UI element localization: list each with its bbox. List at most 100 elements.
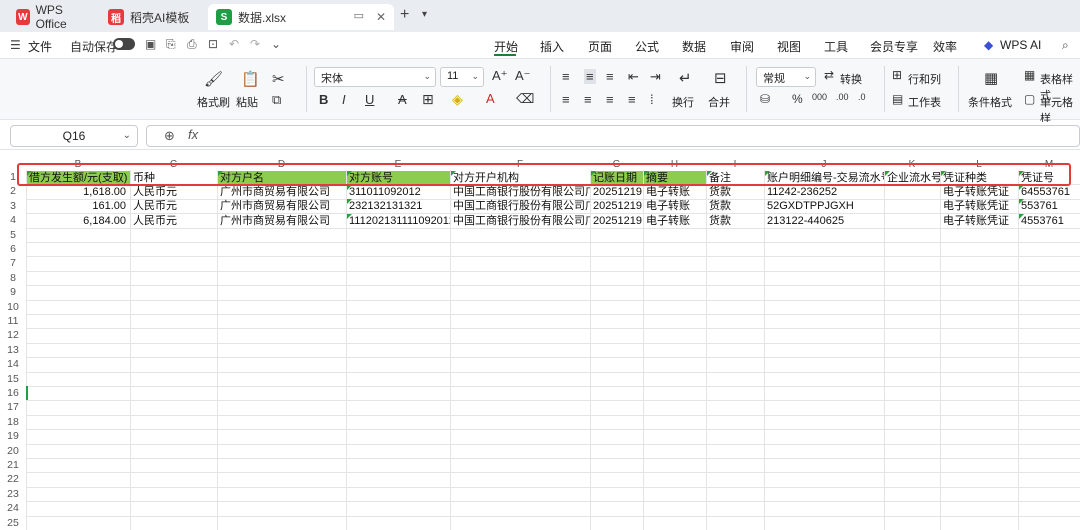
table-cell[interactable]: 20251219 (591, 199, 643, 213)
menu-file[interactable]: 文件 (28, 38, 52, 55)
row-header[interactable]: 7 (0, 256, 26, 270)
search-icon[interactable]: ⌕ (1062, 38, 1069, 53)
row-header[interactable]: 9 (0, 285, 26, 299)
row-header[interactable]: 20 (0, 444, 26, 458)
row-header[interactable]: 13 (0, 343, 26, 357)
undo-icon[interactable]: ↶ (229, 37, 239, 51)
paste-button[interactable]: 粘贴 (236, 94, 258, 110)
italic-icon[interactable]: I (342, 92, 346, 107)
table-cell[interactable]: 电子转账凭证 (941, 199, 1018, 213)
table-cell[interactable]: 311011092012 (347, 184, 450, 199)
row-header[interactable]: 16 (0, 386, 26, 400)
row-header[interactable]: 19 (0, 429, 26, 443)
table-cell[interactable]: 6,184.00 (27, 214, 130, 228)
align-center-icon[interactable]: ≡ (584, 92, 592, 107)
row-header[interactable]: 15 (0, 372, 26, 386)
table-cell[interactable]: 广州市商贸易有限公司 (218, 214, 346, 228)
align-left-icon[interactable]: ≡ (562, 92, 570, 107)
new-tab-icon[interactable]: + (400, 6, 409, 24)
redo-icon[interactable]: ↷ (250, 37, 260, 51)
table-cell[interactable]: 人民币元 (131, 214, 217, 228)
close-tab-icon[interactable]: ✕ (376, 10, 386, 24)
menu-item-start[interactable]: 开始 (494, 38, 518, 55)
row-header[interactable]: 18 (0, 415, 26, 429)
table-cell[interactable]: 中国工商银行股份有限公司广 (451, 214, 590, 228)
rows-columns-button[interactable]: 行和列 (908, 71, 941, 87)
row-header[interactable]: 11 (0, 314, 26, 328)
fx-icon[interactable]: fx (188, 127, 198, 142)
table-cell[interactable]: 213122-440625 (765, 214, 884, 228)
cell-style-icon[interactable]: ▢ (1024, 92, 1035, 106)
row-header[interactable]: 22 (0, 472, 26, 486)
strikethrough-icon[interactable]: A (398, 92, 407, 107)
align-bottom-icon[interactable]: ≡ (606, 69, 614, 84)
table-cell[interactable]: 货款 (707, 199, 764, 213)
formula-input[interactable] (146, 125, 1080, 147)
format-painter-button[interactable]: 格式刷 (197, 94, 230, 110)
font-name-select[interactable]: 宋体 ⌄ (314, 67, 436, 87)
table-cell[interactable]: 64553761 (1019, 184, 1080, 199)
table-cell[interactable]: 20251219 (591, 185, 643, 199)
border-icon[interactable]: ⊞ (422, 91, 434, 108)
font-color-icon[interactable]: A (486, 91, 495, 106)
table-cell[interactable]: 电子转账 (644, 185, 706, 199)
table-cell[interactable] (885, 185, 940, 199)
table-cell[interactable]: 货款 (707, 185, 764, 199)
row-header[interactable]: 5 (0, 228, 26, 242)
row-header[interactable]: 25 (0, 516, 26, 530)
menu-item-member[interactable]: 会员专享 (870, 38, 918, 55)
print-icon[interactable]: ⎙ (187, 37, 197, 52)
worksheet-icon[interactable]: ▤ (892, 92, 903, 106)
fill-color-icon[interactable]: ◈ (452, 91, 463, 108)
tab-wps-office[interactable]: W WPS Office (8, 3, 96, 31)
tab-daoke-templates[interactable]: 稻 稻壳AI模板 (100, 4, 200, 30)
table-cell[interactable]: 4553761 (1019, 213, 1080, 228)
export-icon[interactable]: ⎘ (166, 37, 176, 52)
table-cell[interactable]: 人民币元 (131, 199, 217, 213)
autosave-toggle[interactable] (113, 38, 135, 50)
conditional-format-button[interactable]: 条件格式 (968, 94, 1012, 110)
format-painter-icon[interactable]: 🖌 (204, 70, 223, 88)
conditional-format-icon[interactable]: ▦ (984, 69, 998, 87)
table-cell[interactable]: 货款 (707, 214, 764, 228)
merge-button[interactable]: 合并 (708, 94, 730, 110)
menu-item-efficiency[interactable]: 效率 (933, 38, 957, 55)
table-cell[interactable]: 中国工商银行股份有限公司广 (451, 199, 590, 213)
indent-increase-icon[interactable]: ⇥ (650, 69, 661, 85)
table-cell[interactable]: 电子转账凭证 (941, 214, 1018, 228)
menu-item-formula[interactable]: 公式 (635, 38, 659, 55)
table-cell[interactable]: 232132131321 (347, 199, 450, 213)
menu-item-insert[interactable]: 插入 (540, 38, 564, 55)
distributed-align-icon[interactable]: ⁞ (650, 92, 654, 107)
menu-item-review[interactable]: 审阅 (730, 38, 754, 55)
justify-icon[interactable]: ≡ (628, 92, 636, 107)
table-cell[interactable]: 20251219 (591, 214, 643, 228)
table-cell[interactable]: 1,618.00 (27, 185, 130, 199)
table-cell[interactable]: 电子转账 (644, 214, 706, 228)
row-header[interactable]: 21 (0, 458, 26, 472)
chevron-down-icon[interactable]: ▾ (422, 9, 427, 20)
table-cell[interactable]: 111202131111092012 (347, 213, 450, 228)
zoom-icon[interactable]: ⊕ (164, 128, 175, 144)
menu-item-data[interactable]: 数据 (682, 38, 706, 55)
table-cell[interactable]: 52GXDTPPJGXH (765, 199, 884, 213)
save-icon[interactable]: ▣ (145, 37, 156, 51)
menu-item-page[interactable]: 页面 (588, 38, 612, 55)
table-cell[interactable]: 11242-236252 (765, 185, 884, 199)
wrap-text-button[interactable]: 换行 (672, 94, 694, 110)
underline-icon[interactable]: U (365, 92, 374, 107)
row-header[interactable]: 17 (0, 400, 26, 414)
chevron-down-icon[interactable]: ⌄ (123, 126, 131, 146)
print-preview-icon[interactable]: ⊡ (208, 37, 218, 51)
table-cell[interactable]: 553761 (1019, 199, 1080, 213)
tab-data-xlsx[interactable]: S 数据.xlsx ▭ ✕ (208, 4, 394, 30)
indent-decrease-icon[interactable]: ⇤ (628, 69, 639, 85)
table-style-icon[interactable]: ▦ (1024, 68, 1035, 82)
row-header[interactable]: 10 (0, 300, 26, 314)
monitor-icon[interactable]: ▭ (354, 9, 364, 22)
copy-icon[interactable]: ⧉ (272, 92, 281, 108)
row-header[interactable]: 3 (0, 199, 26, 213)
chevron-down-icon[interactable]: ⌄ (271, 37, 281, 51)
thousands-separator-icon[interactable]: 000 (812, 92, 827, 102)
table-cell[interactable] (885, 199, 940, 213)
